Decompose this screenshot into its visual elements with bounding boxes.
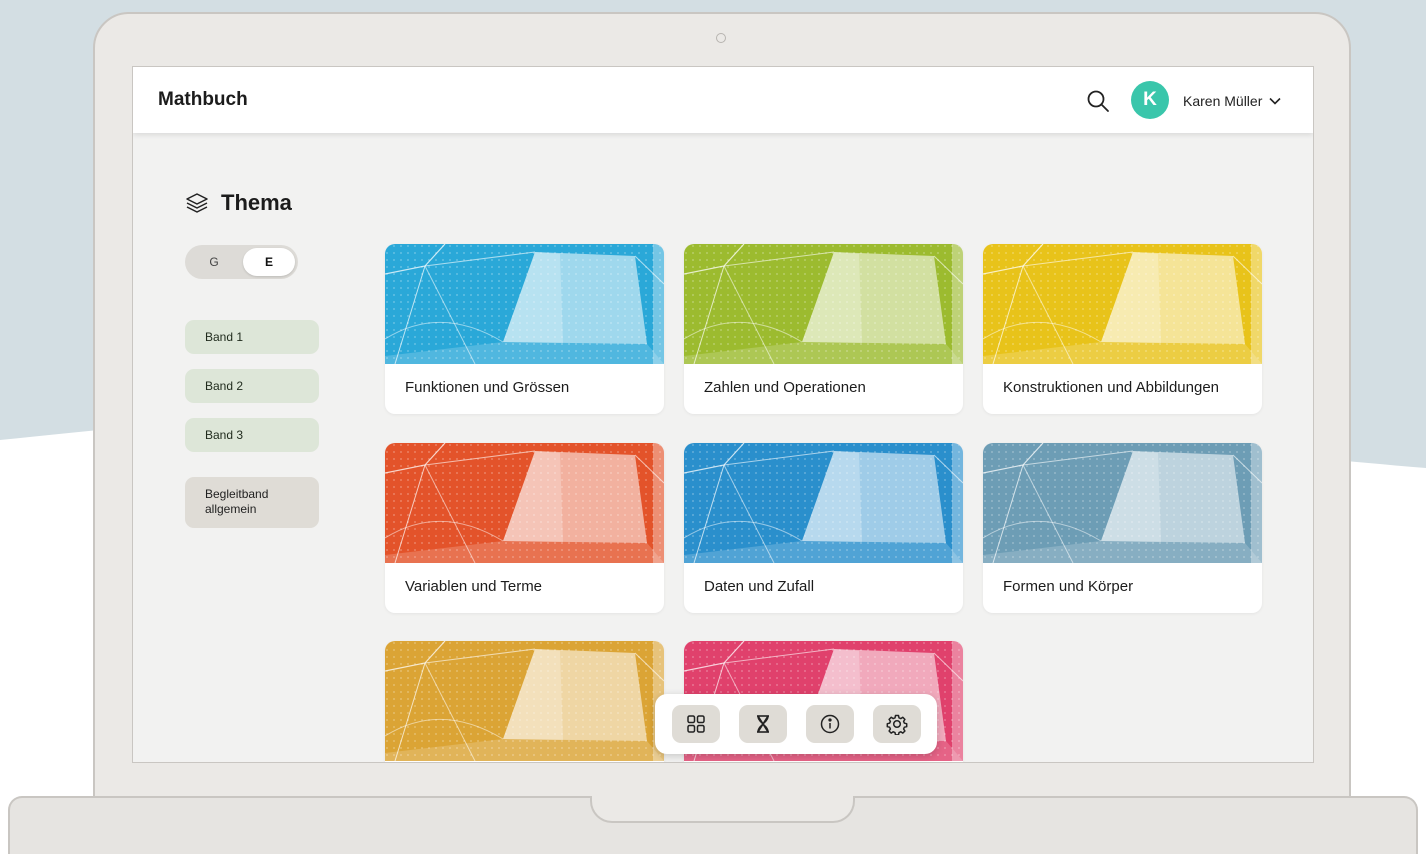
hourglass-button[interactable]	[739, 705, 787, 743]
section-header: Thema	[185, 190, 292, 216]
topic-card[interactable]: Daten und Zufall	[684, 443, 963, 613]
info-button[interactable]	[806, 705, 854, 743]
topic-card-title: Variablen und Terme	[405, 578, 543, 595]
topic-card-image	[385, 244, 664, 364]
topic-card[interactable]: Funktionen und Grössen	[385, 244, 664, 414]
topic-card[interactable]: Zahlen und Operationen	[684, 244, 963, 414]
layers-icon	[186, 193, 208, 213]
level-toggle[interactable]: G E	[185, 245, 298, 279]
laptop-notch	[590, 796, 855, 823]
grid-button[interactable]	[672, 705, 720, 743]
section-title: Thema	[221, 190, 292, 215]
topic-card-title: Daten und Zufall	[704, 578, 815, 595]
bottom-dock	[655, 694, 937, 754]
band-2-button[interactable]: Band 2	[185, 369, 319, 403]
topic-card[interactable]	[385, 641, 664, 762]
topic-card-title: Konstruktionen und Abbildungen	[1003, 379, 1220, 396]
grid-icon	[687, 715, 705, 733]
hourglass-icon	[757, 715, 769, 733]
topic-card-title: Formen und Körper	[1003, 578, 1134, 595]
band-1-button[interactable]: Band 1	[185, 320, 319, 354]
chevron-down-icon	[1269, 97, 1281, 105]
begleitband-button[interactable]: Begleitband allgemein	[185, 477, 319, 528]
topic-card-image	[684, 244, 963, 364]
user-name: Karen Müller	[1183, 93, 1263, 109]
topic-card-image	[385, 641, 664, 761]
info-icon	[820, 714, 840, 734]
topic-card-image	[385, 443, 664, 563]
topic-card-image	[983, 443, 1262, 563]
user-menu[interactable]: Karen Müller	[1183, 91, 1282, 111]
topic-card[interactable]: Konstruktionen und Abbildungen	[983, 244, 1262, 414]
top-bar: Mathbuch K Karen Müller	[133, 67, 1313, 133]
band-3-button[interactable]: Band 3	[185, 418, 319, 452]
begleitband-label-line2: allgemein	[205, 502, 257, 516]
topic-card[interactable]: Formen und Körper	[983, 443, 1262, 613]
camera-icon	[716, 33, 726, 43]
topic-card-title: Funktionen und Grössen	[405, 379, 570, 396]
level-option-g[interactable]: G	[188, 248, 240, 276]
topic-card-image	[983, 244, 1262, 364]
app-title[interactable]: Mathbuch	[158, 89, 248, 111]
topic-card[interactable]: Variablen und Terme	[385, 443, 664, 613]
topic-card-title: Zahlen und Operationen	[704, 379, 866, 396]
avatar[interactable]: K	[1131, 81, 1169, 119]
topic-card-image	[684, 443, 963, 563]
app-screen: Mathbuch K Karen Müller Thema G E Band 1…	[132, 66, 1314, 763]
search-icon[interactable]	[1086, 89, 1110, 113]
begleitband-label-line1: Begleitband	[205, 487, 269, 501]
settings-icon	[886, 714, 908, 735]
settings-button[interactable]	[873, 705, 921, 743]
level-option-e[interactable]: E	[243, 248, 295, 276]
